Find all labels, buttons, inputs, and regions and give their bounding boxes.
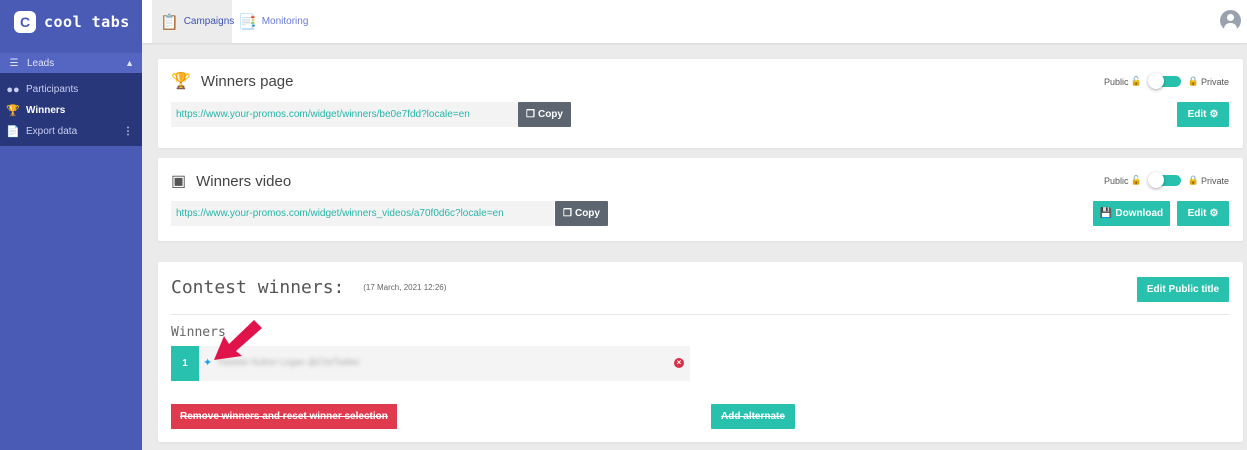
winners-page-card: 🏆 Winners page Public 🔓 🔒 Private https:… [158, 59, 1243, 148]
public-label: Public [1104, 175, 1129, 186]
monitoring-icon: 📑 [238, 13, 257, 31]
copy-label: Copy [574, 208, 600, 219]
download-icon: 💾 [1099, 208, 1113, 219]
sidebar-item-participants[interactable]: ●● Participants [0, 79, 142, 100]
users-icon: ●● [6, 83, 20, 96]
topbar: 📋 Campaigns 📑 Monitoring [142, 0, 1247, 43]
winner-rank: 1 [171, 346, 199, 381]
remove-winners-label: Remove winners and reset winner selectio… [180, 411, 388, 422]
divider [171, 314, 1229, 315]
brand[interactable]: C cool tabs [0, 0, 142, 43]
chevron-up-icon: ▲ [125, 58, 134, 68]
card-title: 🏆 Winners page [171, 71, 293, 91]
edit-label: Edit [1187, 208, 1207, 219]
tab-label: Campaigns [183, 16, 235, 27]
winners-video-card: ▣ Winners video Public 🔓 🔒 Private https… [158, 158, 1243, 241]
visibility-switch[interactable] [1147, 73, 1181, 89]
user-avatar-icon[interactable] [1220, 10, 1241, 31]
sidebar-item-winners[interactable]: 🏆 Winners [0, 100, 142, 121]
copy-label: Copy [537, 109, 563, 120]
gears-icon: ⚙ [1209, 208, 1219, 219]
copy-button[interactable]: ❐ Copy [555, 201, 608, 226]
edit-public-title-button[interactable]: Edit Public title [1137, 277, 1229, 302]
sidebar-section-leads: ☰ Leads ▲ ●● Participants 🏆 Winners 📄 Ex… [0, 53, 142, 146]
contest-date: (17 March, 2021 12:26) [363, 283, 447, 292]
gears-icon: ⚙ [1209, 109, 1219, 120]
visibility-toggle-row: Public 🔓 🔒 Private [1104, 73, 1229, 89]
private-label: Private [1200, 175, 1229, 186]
trophy-icon: 🏆 [6, 105, 20, 117]
visibility-toggle-row: Public 🔓 🔒 Private [1104, 172, 1229, 188]
download-label: Download [1115, 208, 1164, 219]
file-export-icon: 📄 [6, 126, 20, 138]
tab-campaigns[interactable]: 📋 Campaigns [152, 0, 235, 43]
copy-button[interactable]: ❐ Copy [518, 102, 571, 127]
annotation-arrow-icon [214, 320, 262, 360]
url-text: https://www.your-promos.com/widget/winne… [176, 208, 504, 219]
public-label: Public [1104, 76, 1129, 87]
contest-title: Contest winners: (17 March, 2021 12:26) [171, 277, 446, 298]
add-alternate-label: Add alternate [721, 411, 785, 422]
sidebar-list: ●● Participants 🏆 Winners 📄 Export data … [0, 73, 142, 146]
add-alternate-button[interactable]: Add alternate [711, 404, 795, 429]
cooltabs-logo-icon: C [14, 10, 36, 33]
sidebar-section-header[interactable]: ☰ Leads ▲ [0, 53, 142, 73]
unlock-icon: 🔓 [1130, 175, 1142, 185]
remove-winner-icon[interactable]: × [674, 358, 684, 368]
copy-icon: ❐ [526, 109, 535, 120]
lock-icon: 🔒 [1187, 76, 1199, 86]
trophy-icon: 🏆 [171, 73, 191, 90]
sidebar-item-export-data[interactable]: 📄 Export data ⋮ [0, 121, 142, 142]
contest-title-text: Contest winners: [171, 277, 345, 298]
sidebar-item-label: Participants [26, 84, 79, 95]
sidebar-section-label: Leads [27, 57, 55, 69]
download-button[interactable]: 💾 Download [1093, 201, 1170, 226]
copy-icon: ❐ [563, 208, 572, 219]
visibility-switch[interactable] [1147, 172, 1181, 188]
winners-page-url[interactable]: https://www.your-promos.com/widget/winne… [171, 102, 518, 127]
card-title: ▣ Winners video [171, 171, 291, 191]
edit-button[interactable]: Edit ⚙ [1177, 201, 1229, 226]
clipboard-icon: 📋 [160, 13, 179, 31]
leads-icon: ☰ [9, 57, 19, 69]
brand-name: cool tabs [44, 12, 130, 31]
winners-video-url[interactable]: https://www.your-promos.com/widget/winne… [171, 201, 554, 226]
more-options-icon[interactable]: ⋮ [123, 126, 133, 137]
twitter-icon: ✦ [203, 357, 213, 369]
edit-public-title-label: Edit Public title [1146, 284, 1220, 295]
sidebar: C cool tabs ☰ Leads ▲ ●● Participants 🏆 … [0, 0, 142, 450]
tab-label: Monitoring [261, 16, 309, 27]
sidebar-item-label: Export data [26, 126, 78, 137]
sidebar-item-label: Winners [26, 105, 66, 116]
url-text: https://www.your-promos.com/widget/winne… [176, 109, 470, 120]
video-camera-icon: ▣ [171, 173, 187, 190]
edit-label: Edit [1187, 109, 1207, 120]
unlock-icon: 🔓 [1130, 76, 1142, 86]
winners-video-title: Winners video [196, 172, 292, 190]
tab-monitoring[interactable]: 📑 Monitoring [238, 0, 318, 43]
private-label: Private [1200, 76, 1229, 87]
lock-icon: 🔒 [1187, 175, 1199, 185]
edit-button[interactable]: Edit ⚙ [1177, 102, 1229, 127]
winners-page-title: Winners page [200, 72, 294, 90]
remove-winners-button[interactable]: Remove winners and reset winner selectio… [171, 404, 397, 429]
contest-winners-card: Contest winners: (17 March, 2021 12:26) … [158, 262, 1243, 442]
